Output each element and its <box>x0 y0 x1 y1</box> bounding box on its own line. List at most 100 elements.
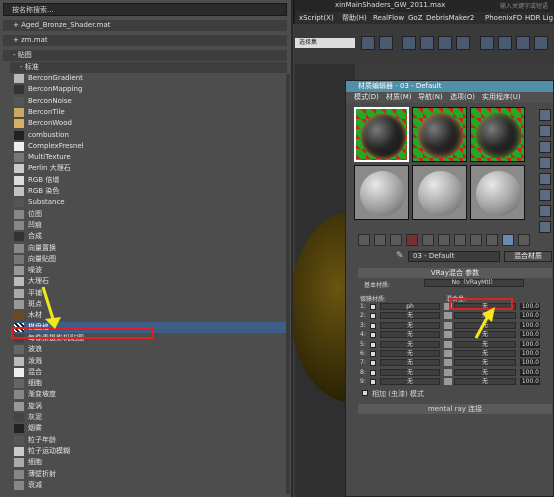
map-list-item[interactable]: RGB 倍增 <box>14 175 287 186</box>
curve-editor-icon[interactable] <box>456 36 470 50</box>
me-menu-navigation[interactable]: 导航(N) <box>418 92 443 103</box>
map-list-item[interactable]: 泼溅 <box>14 356 287 367</box>
menu-hdr-light[interactable]: HDR Lig <box>525 12 553 24</box>
mental-ray-rollout[interactable]: mental ray 连接 <box>358 404 552 414</box>
show-map-icon[interactable] <box>486 234 498 246</box>
map-list-item[interactable]: MultiTexture <box>14 152 287 163</box>
me-menu-material[interactable]: 材质(M) <box>386 92 412 103</box>
coat-material-button[interactable]: 无 <box>380 378 440 386</box>
menu-realflow[interactable]: RealFlow <box>373 12 404 24</box>
map-list-item[interactable]: 粒子年龄 <box>14 435 287 446</box>
blend-color-swatch[interactable] <box>444 321 452 329</box>
layer-enable-checkbox[interactable] <box>370 304 376 310</box>
assign-material-icon[interactable] <box>390 234 402 246</box>
menu-goz[interactable]: GoZ <box>408 12 423 24</box>
coat-material-button[interactable]: 无 <box>380 331 440 339</box>
blend-map-button[interactable]: 无 <box>454 350 516 357</box>
map-list-item[interactable]: 渐变坡度 <box>14 389 287 400</box>
material-name-dropdown[interactable]: 03 - Default <box>408 251 500 262</box>
blend-color-swatch[interactable] <box>444 359 452 367</box>
blend-color-swatch[interactable] <box>444 350 452 357</box>
me-menu-mode[interactable]: 模式(D) <box>354 92 379 103</box>
blend-color-swatch[interactable] <box>444 368 452 376</box>
show-end-result-icon[interactable] <box>502 234 514 246</box>
blend-color-swatch[interactable] <box>444 340 452 348</box>
sample-type-icon[interactable] <box>539 109 551 121</box>
layer-enable-checkbox[interactable] <box>370 313 376 320</box>
layer-enable-checkbox[interactable] <box>370 351 376 357</box>
map-list-item[interactable]: 合成 <box>14 231 287 242</box>
material-slot-5[interactable] <box>412 165 467 220</box>
browser-scrollbar[interactable] <box>286 74 290 494</box>
rollout-standard[interactable]: - 标准 <box>10 62 287 73</box>
render-frame-icon[interactable] <box>516 36 530 50</box>
layer-manager-icon[interactable] <box>420 36 434 50</box>
eyedropper-icon[interactable]: ✎ <box>396 251 406 262</box>
material-id-icon[interactable] <box>470 234 482 246</box>
blend-amount-spinner[interactable]: 100.0 <box>520 312 540 320</box>
blend-color-swatch[interactable] <box>444 331 452 339</box>
blend-map-button[interactable]: 无 <box>454 368 516 376</box>
layer-enable-checkbox[interactable] <box>370 332 376 339</box>
material-slot-4[interactable] <box>354 165 409 220</box>
map-list-item[interactable]: combustion <box>14 130 287 141</box>
map-list-item[interactable]: 波浪 <box>14 344 287 355</box>
uv-tiling-icon[interactable] <box>539 157 551 169</box>
map-list-item[interactable]: BerconNoise <box>14 96 287 107</box>
blend-amount-spinner[interactable]: 100.0 <box>520 303 540 310</box>
map-list-item[interactable]: 粒子运动模糊 <box>14 446 287 457</box>
layer-enable-checkbox[interactable] <box>370 369 376 376</box>
coat-material-button[interactable]: 无 <box>380 350 440 357</box>
blend-amount-spinner[interactable]: 100.0 <box>520 350 540 357</box>
rollout-aged-bronze[interactable]: + Aged_Bronze_Shader.mat <box>3 20 287 31</box>
blend-amount-spinner[interactable]: 100.0 <box>520 321 540 329</box>
backlight-icon[interactable] <box>539 125 551 137</box>
coat-material-button[interactable]: 无 <box>380 359 440 367</box>
make-preview-icon[interactable] <box>539 189 551 201</box>
rollout-maps[interactable]: - 贴图 <box>3 50 287 61</box>
blend-color-swatch[interactable] <box>444 378 452 386</box>
align-icon[interactable] <box>402 36 416 50</box>
graphite-icon[interactable] <box>438 36 452 50</box>
material-slot-2[interactable] <box>412 107 467 162</box>
map-list-item[interactable]: 灰泥 <box>14 412 287 423</box>
blend-map-button[interactable]: 无 <box>454 378 516 386</box>
browser-search-input[interactable]: 按名称搜索... <box>3 3 287 16</box>
me-menu-utilities[interactable]: 实用程序(U) <box>482 92 521 103</box>
options-icon[interactable] <box>539 205 551 217</box>
blend-color-swatch[interactable] <box>444 312 452 320</box>
material-slot-6[interactable] <box>470 165 525 220</box>
material-editor-icon[interactable] <box>480 36 494 50</box>
material-slot-3[interactable] <box>470 107 525 162</box>
map-list-item[interactable]: 向量贴图 <box>14 254 287 265</box>
video-check-icon[interactable] <box>539 173 551 185</box>
named-selection-icon[interactable] <box>361 36 375 50</box>
me-menu-options[interactable]: 选项(O) <box>450 92 475 103</box>
menu-help[interactable]: 帮助(H) <box>342 12 367 24</box>
material-slot-1[interactable] <box>354 107 409 162</box>
background-icon[interactable] <box>539 141 551 153</box>
map-list-item[interactable]: 细胞 <box>14 378 287 389</box>
map-list-item[interactable]: Perlin 大理石 <box>14 163 287 174</box>
menu-debrismaker[interactable]: DebrisMaker2 <box>426 12 474 24</box>
blend-amount-spinner[interactable]: 100.0 <box>520 359 540 367</box>
vray-blend-rollout[interactable]: VRay混合 参数 <box>358 268 552 278</box>
map-list-item[interactable]: BerconWood <box>14 118 287 129</box>
render-icon[interactable] <box>534 36 548 50</box>
material-type-button[interactable]: 混合材质 <box>504 251 552 262</box>
blend-amount-spinner[interactable]: 100.0 <box>520 331 540 339</box>
blend-amount-spinner[interactable]: 100.0 <box>520 368 540 376</box>
reset-map-icon[interactable] <box>406 234 418 246</box>
coat-material-button[interactable]: 无 <box>380 368 440 376</box>
map-list-item[interactable]: BerconTile <box>14 107 287 118</box>
map-list-item[interactable]: 位图 <box>14 209 287 220</box>
map-list-item[interactable]: 衰减 <box>14 480 287 491</box>
coat-material-button[interactable]: ph <box>380 303 440 310</box>
layer-enable-checkbox[interactable] <box>370 341 376 348</box>
map-list-item[interactable]: 薄壁折射 <box>14 469 287 480</box>
put-to-library-icon[interactable] <box>454 234 466 246</box>
coat-material-button[interactable]: 无 <box>380 312 440 320</box>
additive-check[interactable] <box>362 390 368 396</box>
layer-enable-checkbox[interactable] <box>370 322 376 329</box>
rollout-zm-mat[interactable]: + zm.mat <box>3 35 287 46</box>
